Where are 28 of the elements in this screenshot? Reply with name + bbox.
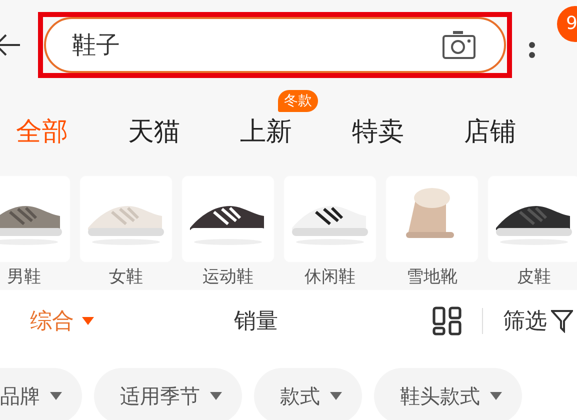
filter-chip[interactable]: 适用季节 — [94, 368, 242, 420]
category-tab[interactable]: 特卖 — [352, 110, 404, 152]
category-label[interactable]: 男鞋 — [7, 266, 41, 288]
category-tab[interactable]: 天猫 — [128, 110, 180, 152]
camera-icon[interactable] — [442, 30, 476, 60]
filter-button[interactable]: 筛选 — [503, 306, 573, 336]
category-label[interactable]: 女鞋 — [109, 266, 143, 288]
new-badge: 冬款 — [278, 90, 318, 112]
filter-chip[interactable]: 款式 — [254, 368, 362, 420]
caret-icon — [50, 392, 62, 400]
caret-icon — [490, 392, 502, 400]
caret-icon — [330, 392, 342, 400]
category-tab[interactable]: 上新 — [240, 110, 292, 152]
category-label[interactable]: 运动鞋 — [202, 266, 254, 288]
category-label[interactable]: 皮鞋 — [517, 266, 551, 288]
filter-chip[interactable]: 鞋头款式 — [374, 368, 522, 420]
back-icon[interactable] — [0, 33, 22, 57]
caret-icon — [82, 317, 94, 325]
filter-icon — [551, 309, 573, 333]
category-tab[interactable]: 店铺 — [464, 110, 516, 152]
category-label[interactable]: 雪地靴 — [406, 266, 458, 288]
caret-icon — [210, 392, 222, 400]
search-field[interactable]: 鞋子 — [44, 17, 506, 73]
category-label[interactable]: 休闲鞋 — [304, 266, 356, 288]
filter-chip[interactable]: 品牌 — [0, 368, 82, 420]
grid-view-icon[interactable] — [432, 306, 462, 336]
sort-option[interactable]: 销量 — [234, 306, 278, 336]
notification-badge: 9 — [557, 6, 577, 42]
